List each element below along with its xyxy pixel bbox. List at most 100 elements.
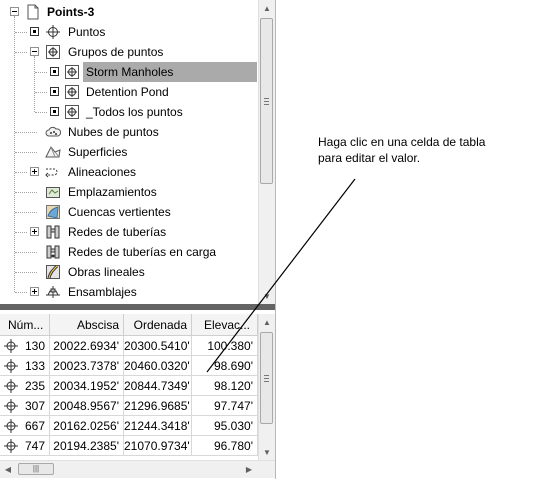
tree-item-grupos-de-puntos[interactable]: Grupos de puntos <box>0 42 258 62</box>
visibility-checkbox[interactable] <box>50 107 59 116</box>
collapse-toggle[interactable] <box>30 47 39 56</box>
callout-text: Haga clic en una celda de tabla para edi… <box>318 134 518 166</box>
cell-northing[interactable]: 21244.3418' <box>124 416 192 436</box>
collapse-toggle[interactable] <box>10 7 19 16</box>
tree-item-superficies[interactable]: Superficies <box>0 142 258 162</box>
tree-item-obras-lineales[interactable]: Obras lineales <box>0 262 258 282</box>
tree-item-label: Nubes de puntos <box>68 125 159 139</box>
expand-toggle[interactable] <box>30 227 39 236</box>
table-row[interactable]: 130 20022.6934' 20300.5410' 100.380' <box>0 336 258 356</box>
scroll-left-arrow-icon[interactable]: ◀ <box>0 461 16 477</box>
site-icon <box>45 184 61 200</box>
cell-easting[interactable]: 20194.2385' <box>50 436 124 456</box>
cell-northing[interactable]: 21296.9685' <box>124 396 192 416</box>
pressure-network-icon <box>45 244 61 260</box>
table-row[interactable]: 235 20034.1952' 20844.7349' 98.120' <box>0 376 258 396</box>
tree-item-label: Grupos de puntos <box>68 45 164 59</box>
tree-item-label: Detention Pond <box>86 85 169 99</box>
tree-root-label: Points-3 <box>47 5 95 19</box>
surface-icon <box>45 144 61 160</box>
table-row[interactable]: 307 20048.9567' 21296.9685' 97.747' <box>0 396 258 416</box>
tree-item-alineaciones[interactable]: Alineaciones <box>0 162 258 182</box>
tree-item-todos-los-puntos[interactable]: _Todos los puntos <box>0 102 258 122</box>
prospector-panel: Points-3 Puntos Grupos de puntos Storm M… <box>0 0 276 479</box>
tree-item-label: Redes de tuberías en carga <box>68 245 217 259</box>
catchment-icon <box>45 204 61 220</box>
cell-northing[interactable]: 20844.7349' <box>124 376 192 396</box>
tree-item-label: Redes de tuberías <box>68 225 167 239</box>
tree-item-label: Superficies <box>68 145 128 159</box>
cell-number[interactable]: 307 <box>0 396 50 416</box>
point-icon <box>45 24 61 40</box>
tree-item-ensamblajes[interactable]: Ensamblajes <box>0 282 258 302</box>
cell-elevation[interactable]: 98.690' <box>192 356 258 376</box>
tree-scrollbar[interactable]: ▲ ▼ <box>258 0 275 304</box>
tree-item-cuencas-vertientes[interactable]: Cuencas vertientes <box>0 202 258 222</box>
cell-elevation[interactable]: 100.380' <box>192 336 258 356</box>
cell-number[interactable]: 133 <box>0 356 50 376</box>
cell-easting[interactable]: 20162.0256' <box>50 416 124 436</box>
scroll-up-arrow-icon[interactable]: ▲ <box>259 314 275 330</box>
tree-item-redes-de-tuberias[interactable]: Redes de tuberías <box>0 222 258 242</box>
cell-easting[interactable]: 20034.1952' <box>50 376 124 396</box>
table-horizontal-scrollbar[interactable]: ◀ ||| ▶ <box>0 460 275 478</box>
scrollbar-thumb[interactable]: ||| <box>18 463 54 475</box>
column-header-elevation[interactable]: Elevac... <box>192 314 258 336</box>
callout-line-1: Haga clic en una celda de tabla <box>318 135 486 149</box>
scroll-right-arrow-icon[interactable]: ▶ <box>241 461 257 477</box>
tree-item-puntos[interactable]: Puntos <box>0 22 258 42</box>
tree-item-label: Alineaciones <box>68 165 137 179</box>
cell-elevation[interactable]: 96.780' <box>192 436 258 456</box>
column-header-easting[interactable]: Abscisa <box>50 314 124 336</box>
scroll-down-arrow-icon[interactable]: ▼ <box>259 444 275 460</box>
cell-easting[interactable]: 20048.9567' <box>50 396 124 416</box>
cell-number[interactable]: 130 <box>0 336 50 356</box>
pane-splitter[interactable] <box>0 304 276 310</box>
cell-number[interactable]: 747 <box>0 436 50 456</box>
scroll-down-arrow-icon[interactable]: ▼ <box>259 288 275 304</box>
pipe-network-icon <box>45 224 61 240</box>
cell-number[interactable]: 235 <box>0 376 50 396</box>
expand-toggle[interactable] <box>30 167 39 176</box>
visibility-checkbox[interactable] <box>50 67 59 76</box>
tree-item-label: Storm Manholes <box>83 62 257 82</box>
tree-item-detention-pond[interactable]: Detention Pond <box>0 82 258 102</box>
point-group-icon <box>45 44 61 60</box>
point-cloud-icon <box>45 124 62 140</box>
cell-northing[interactable]: 20300.5410' <box>124 336 192 356</box>
cell-northing[interactable]: 20460.0320' <box>124 356 192 376</box>
cell-elevation[interactable]: 95.030' <box>192 416 258 436</box>
scrollbar-thumb[interactable] <box>260 332 273 424</box>
expand-toggle[interactable] <box>30 287 39 296</box>
table-row[interactable]: 747 20194.2385' 21070.9734' 96.780' <box>0 436 258 456</box>
tree-root[interactable]: Points-3 <box>0 2 258 22</box>
corridor-icon <box>45 264 61 280</box>
tree-item-label: Cuencas vertientes <box>68 205 171 219</box>
tree-item-label: _Todos los puntos <box>86 105 183 119</box>
cell-elevation[interactable]: 97.747' <box>192 396 258 416</box>
column-header-northing[interactable]: Ordenada <box>124 314 192 336</box>
callout-line-2: para editar el valor. <box>318 151 421 165</box>
tree-item-label: Ensamblajes <box>68 285 137 299</box>
cell-elevation[interactable]: 98.120' <box>192 376 258 396</box>
column-header-number[interactable]: Núm... <box>0 314 50 336</box>
tree-item-redes-de-tuberias-en-carga[interactable]: Redes de tuberías en carga <box>0 242 258 262</box>
tree-item-emplazamientos[interactable]: Emplazamientos <box>0 182 258 202</box>
tree-item-nubes-de-puntos[interactable]: Nubes de puntos <box>0 122 258 142</box>
visibility-checkbox[interactable] <box>30 27 39 36</box>
visibility-checkbox[interactable] <box>50 87 59 96</box>
cell-easting[interactable]: 20022.6934' <box>50 336 124 356</box>
table-row[interactable]: 667 20162.0256' 21244.3418' 95.030' <box>0 416 258 436</box>
table-row[interactable]: 133 20023.7378' 20460.0320' 98.690' <box>0 356 258 376</box>
table-scrollbar[interactable]: ▲ ▼ <box>258 314 275 460</box>
cell-easting[interactable]: 20023.7378' <box>50 356 124 376</box>
tree-item-storm-manholes[interactable]: Storm Manholes <box>0 62 258 82</box>
cell-northing[interactable]: 21070.9734' <box>124 436 192 456</box>
point-group-icon <box>64 84 80 100</box>
point-group-icon <box>64 64 80 80</box>
scrollbar-thumb[interactable] <box>260 18 273 184</box>
alignment-icon <box>45 164 61 180</box>
scroll-up-arrow-icon[interactable]: ▲ <box>259 0 275 16</box>
cell-number[interactable]: 667 <box>0 416 50 436</box>
tree-item-label: Emplazamientos <box>68 185 157 199</box>
